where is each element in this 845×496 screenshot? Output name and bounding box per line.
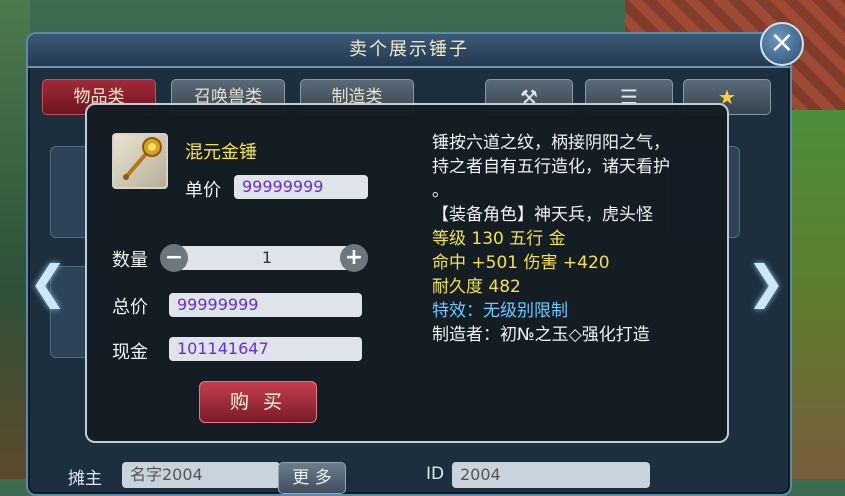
plus-icon: + [344,245,364,270]
id-field: 2004 [452,462,650,488]
decrease-quantity-button[interactable]: − [160,244,188,272]
unit-price-label: 单价 [185,180,221,201]
increase-quantity-button[interactable]: + [340,244,368,272]
stall-info-row: 摊主 名字2004 更 多 ID 2004 [28,462,790,494]
background-right-scene [785,110,845,479]
total-price-field: 99999999 [169,293,362,317]
purchase-dialog: 混元金锤 单价 99999999 数量 − 1 + 总价 99999999 现金… [85,103,729,443]
stall-owner-field: 名字2004 [122,462,280,488]
more-button[interactable]: 更 多 [278,462,346,494]
hit-damage-line: 命中 +501 伤害 +420 [432,253,610,273]
chevron-right-icon: ❯ [746,255,786,309]
golden-hammer-icon [112,133,168,189]
level-element-line: 等级 130 五行 金 [432,229,566,249]
maker-line: 制造者：初№之玉◇强化打造 [432,325,650,345]
description-line: 锤按六道之纹，柄接阴阳之气， [432,133,670,153]
title-bar: 卖个展示锤子 [28,34,790,68]
next-page-arrow[interactable]: ❯ [744,248,788,316]
durability-line: 耐久度 482 [432,277,521,297]
equip-role-line: 【装备角色】神天兵，虎头怪 [432,205,653,225]
chevron-left-icon: ❮ [28,255,68,309]
description-line: 持之者自有五行造化，诸天看护 [432,157,670,177]
close-icon: × [769,25,795,60]
unit-price-field: 99999999 [234,175,368,199]
buy-button[interactable]: 购 买 [199,381,317,423]
cash-label: 现金 [112,342,148,363]
quantity-value[interactable]: 1 [237,246,297,270]
description-line: 。 [432,181,449,201]
stall-owner-label: 摊主 [68,469,102,489]
special-effect-line: 特效：无级别限制 [432,301,568,321]
minus-icon: − [164,245,184,270]
item-description: 锤按六道之纹，柄接阴阳之气， 持之者自有五行造化，诸天看护 。 【装备角色】神天… [432,131,717,347]
window-title: 卖个展示锤子 [349,39,469,60]
cash-field: 101141647 [169,337,362,361]
total-price-label: 总价 [112,297,148,318]
item-name: 混元金锤 [185,142,257,163]
id-label: ID [426,464,445,484]
close-button[interactable]: × [760,22,804,66]
quantity-label: 数量 [112,250,148,271]
previous-page-arrow[interactable]: ❮ [26,248,70,316]
